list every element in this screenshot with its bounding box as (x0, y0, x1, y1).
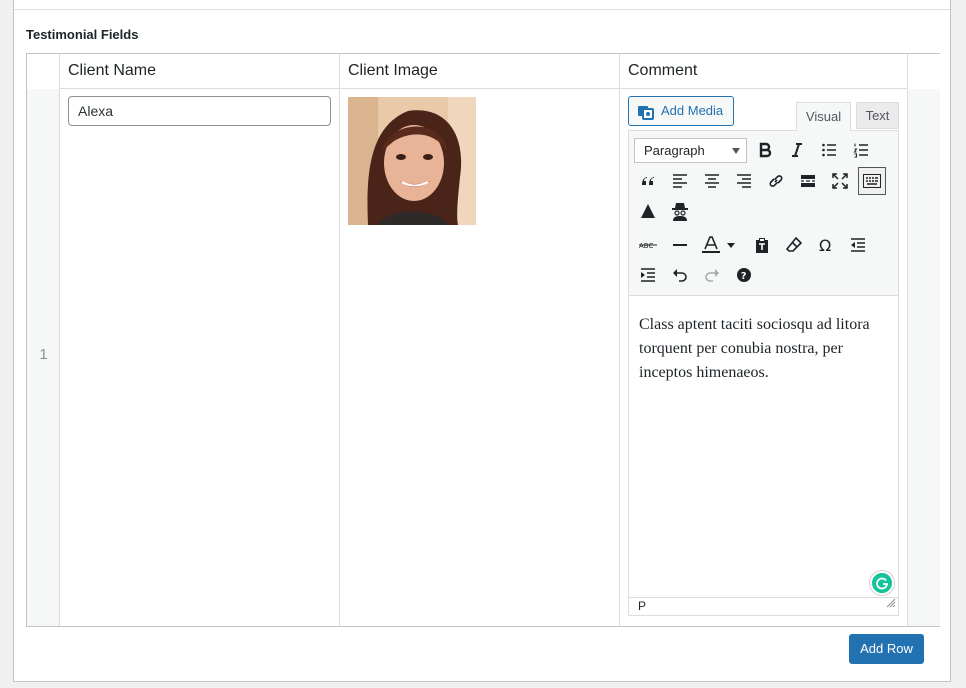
paste-text-icon[interactable] (748, 231, 776, 259)
client-name-input[interactable]: Alexa (68, 96, 331, 126)
element-path[interactable]: P (638, 599, 646, 613)
client-photo-graphic (348, 97, 476, 225)
repeater-table: Client Name Client Image Comment 1 Alexa (26, 53, 940, 627)
format-select-value: Paragraph (644, 143, 705, 158)
redo-icon[interactable] (698, 261, 726, 289)
svg-text:ABC: ABC (639, 242, 653, 250)
bold-icon[interactable] (751, 136, 779, 164)
toolbar-toggle-icon[interactable] (858, 167, 886, 195)
clear-formatting-icon[interactable] (780, 231, 808, 259)
align-right-icon[interactable] (730, 167, 758, 195)
text-color-icon[interactable] (698, 231, 740, 259)
comment-content[interactable]: Class aptent taciti sociosqu ad litora t… (639, 313, 889, 385)
add-media-button[interactable]: Add Media (628, 96, 734, 126)
numbered-list-icon[interactable] (847, 136, 875, 164)
align-center-icon[interactable] (698, 167, 726, 195)
strikethrough-icon[interactable]: ABC (634, 231, 662, 259)
read-more-icon[interactable] (794, 167, 822, 195)
order-column (27, 54, 60, 626)
row-actions-column[interactable] (908, 54, 940, 626)
editor-toolbar: Paragraph ABC Ω ? (629, 131, 898, 296)
comment-editor: Paragraph ABC Ω ? Class aptent taciti so… (628, 130, 899, 616)
header-comment: Comment (620, 54, 908, 89)
resize-handle-icon[interactable] (886, 596, 896, 613)
italic-icon[interactable] (783, 136, 811, 164)
link-icon[interactable] (762, 167, 790, 195)
client-image[interactable] (348, 97, 476, 225)
header-client-name: Client Name (60, 54, 340, 89)
svg-text:?: ? (741, 271, 747, 282)
media-icon (637, 103, 655, 131)
chevron-down-icon (732, 148, 740, 154)
spy-icon[interactable] (666, 197, 694, 225)
tab-text[interactable]: Text (856, 102, 899, 129)
table-header: Client Name Client Image Comment (27, 54, 940, 89)
horizontal-line-icon[interactable] (666, 231, 694, 259)
client-name-column (60, 54, 340, 626)
add-row-button[interactable]: Add Row (849, 634, 924, 664)
header-actions-cell (908, 54, 940, 89)
help-icon[interactable]: ? (730, 261, 758, 289)
row-order-number[interactable]: 1 (27, 346, 60, 363)
add-media-label: Add Media (661, 103, 724, 118)
header-order-cell (27, 54, 60, 89)
special-character-icon[interactable]: Ω (812, 231, 840, 259)
tab-visual[interactable]: Visual (796, 102, 851, 131)
blockquote-icon[interactable] (634, 167, 662, 195)
header-client-image: Client Image (340, 54, 620, 89)
bullet-list-icon[interactable] (815, 136, 843, 164)
divider (14, 9, 950, 10)
fullscreen-icon[interactable] (826, 167, 854, 195)
align-left-icon[interactable] (666, 167, 694, 195)
format-select[interactable]: Paragraph (634, 138, 747, 163)
triangle-icon[interactable] (634, 197, 662, 225)
undo-icon[interactable] (666, 261, 694, 289)
svg-text:Ω: Ω (819, 237, 831, 253)
testimonial-fields-panel: Testimonial Fields Client Name Client Im… (13, 0, 951, 682)
section-title: Testimonial Fields (26, 27, 139, 42)
editor-statusbar: P (629, 597, 898, 615)
grammarly-icon[interactable] (870, 571, 894, 595)
indent-icon[interactable] (634, 261, 662, 289)
outdent-icon[interactable] (844, 231, 872, 259)
